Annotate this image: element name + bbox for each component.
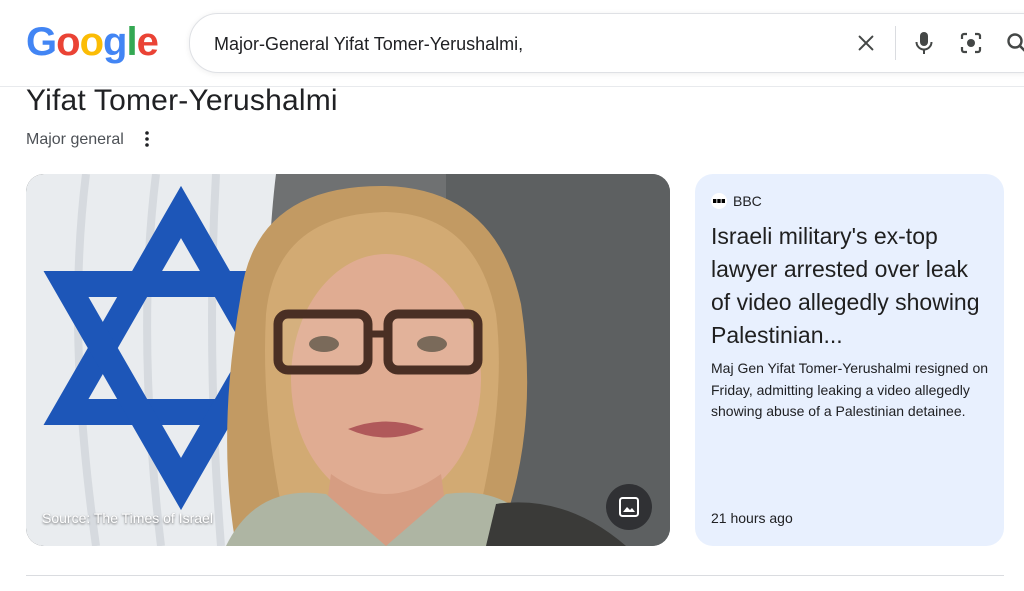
header: Google [0,0,1024,87]
entity-subtitle: Major general [26,131,124,148]
news-card[interactable]: BBC Israeli military's ex-top lawyer arr… [695,174,1004,546]
news-timestamp: 21 hours ago [711,510,793,526]
logo-letter: g [103,20,127,64]
search-icon[interactable] [1002,28,1024,58]
section-divider [26,575,1004,576]
portrait-image [26,174,670,546]
search-divider [895,26,896,60]
search-box [189,13,1024,73]
news-source-label: BBC [733,193,762,209]
logo-letter: o [56,20,80,64]
logo-letter: e [136,20,159,64]
image-source-caption: Source: The Times of Israel [42,510,213,526]
image-gallery-button[interactable] [606,484,652,530]
logo-letter: l [126,20,137,64]
news-source: BBC [711,193,762,209]
logo-letter: G [26,20,57,64]
news-snippet: Maj Gen Yifat Tomer-Yerushalmi resigned … [711,360,989,419]
google-logo[interactable]: Google [26,20,159,64]
bbc-icon [711,193,727,209]
search-input[interactable] [212,30,816,58]
entity-image-card[interactable]: Source: The Times of Israel [26,174,670,546]
image-icon [619,497,639,517]
logo-letter: o [79,20,104,64]
camera-search-icon[interactable] [956,28,986,58]
more-options-icon[interactable] [140,129,154,149]
news-headline[interactable]: Israeli military's ex-top lawyer arreste… [711,220,993,352]
clear-icon[interactable] [851,28,881,58]
microphone-icon[interactable] [909,28,939,58]
entity-title: Yifat Tomer-Yerushalmi [26,84,338,117]
